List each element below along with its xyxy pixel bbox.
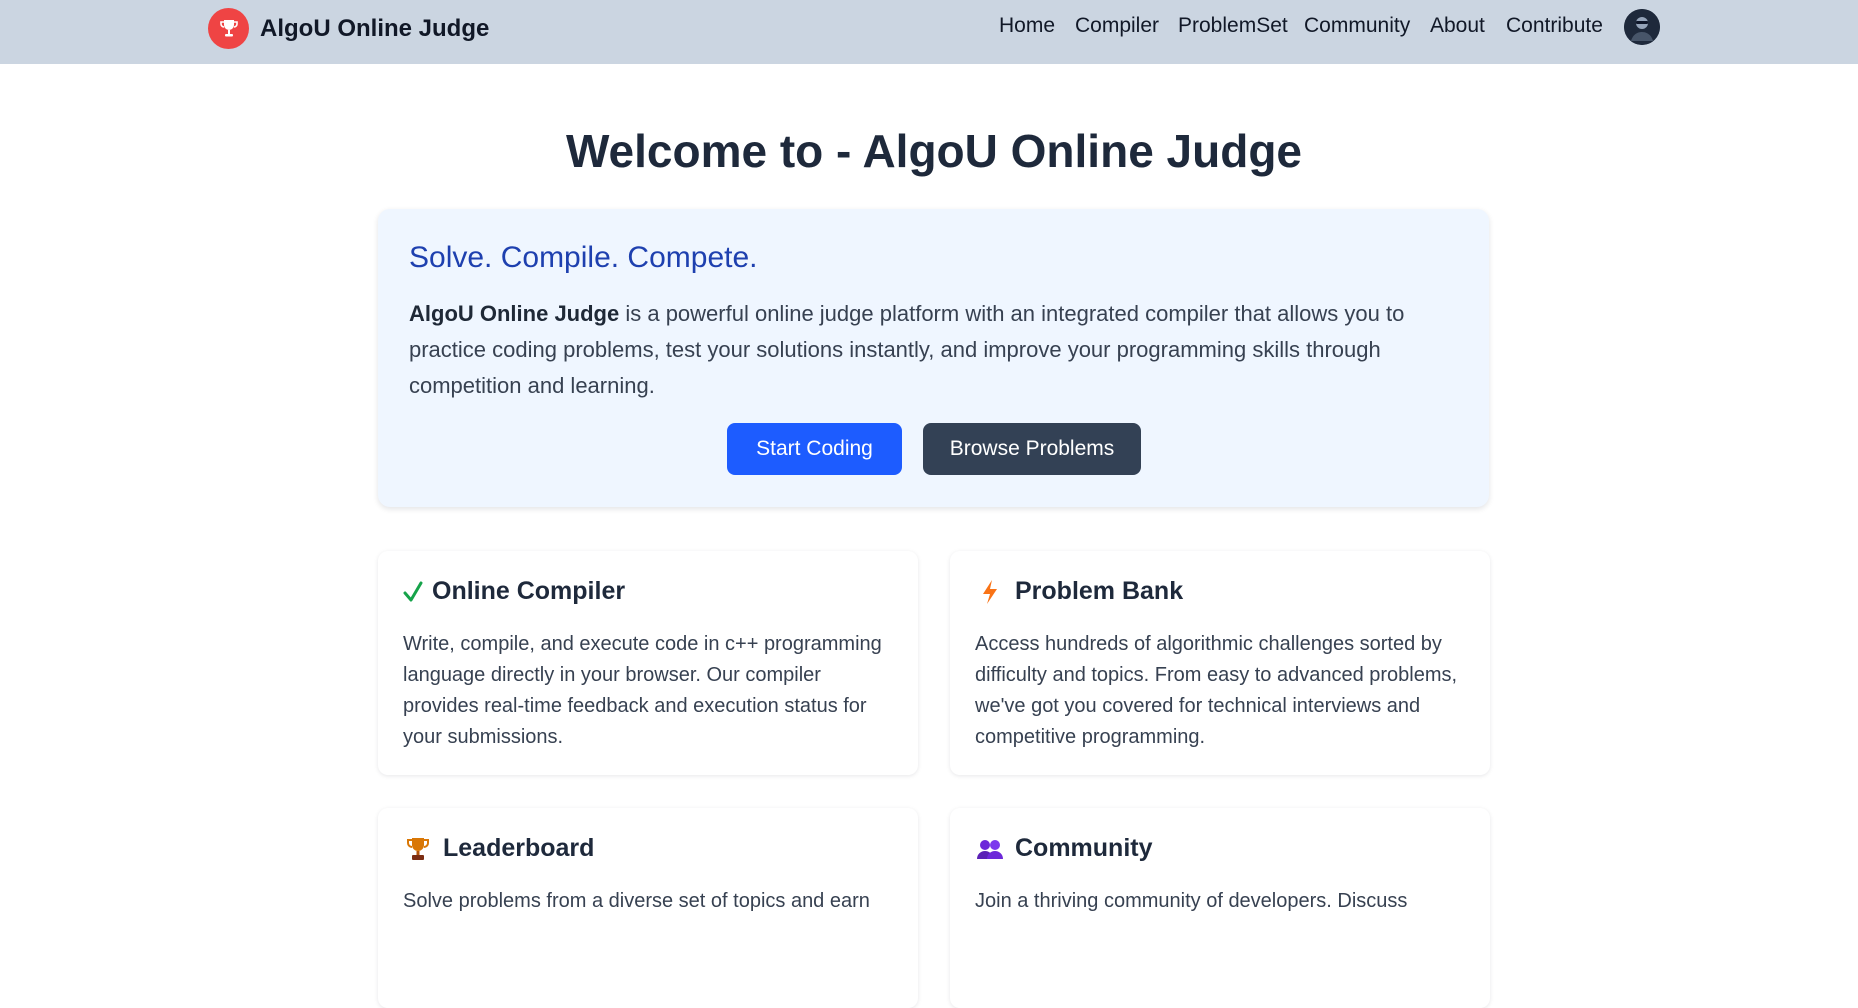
hero-tagline: Solve. Compile. Compete. bbox=[409, 241, 758, 274]
feature-card-leaderboard: Leaderboard Solve problems from a divers… bbox=[378, 808, 918, 1008]
trophy-icon bbox=[403, 836, 433, 862]
page-title: Welcome to - AlgoU Online Judge bbox=[565, 125, 1303, 177]
feature-card-compiler: Online Compiler Write, compile, and exec… bbox=[378, 551, 918, 775]
brand-name: AlgoU Online Judge bbox=[260, 14, 490, 42]
feature-title: Online Compiler bbox=[432, 577, 626, 605]
feature-title: Leaderboard bbox=[443, 834, 595, 862]
feature-card-community: Community Join a thriving community of d… bbox=[950, 808, 1490, 1008]
hero-description: AlgoU Online Judge is a powerful online … bbox=[409, 296, 1459, 404]
nav-compiler[interactable]: Compiler bbox=[1075, 14, 1159, 38]
start-coding-button[interactable]: Start Coding bbox=[727, 423, 902, 475]
feature-text: Solve problems from a diverse set of top… bbox=[403, 890, 870, 912]
feature-text: Access hundreds of algorithmic challenge… bbox=[975, 633, 1458, 748]
feature-text: Write, compile, and execute code in c++ … bbox=[403, 633, 882, 748]
feature-card-header: Leaderboard bbox=[403, 834, 594, 863]
lightning-icon bbox=[975, 579, 1005, 605]
people-icon bbox=[975, 837, 1005, 861]
feature-card-header: Online Compiler bbox=[403, 577, 625, 606]
navbar: AlgoU Online Judge Home Compiler Problem… bbox=[0, 0, 1858, 64]
checkmark-icon bbox=[403, 581, 423, 603]
nav-community[interactable]: Community bbox=[1304, 14, 1410, 38]
hero-description-brand: AlgoU Online Judge bbox=[409, 301, 620, 326]
feature-title: Problem Bank bbox=[1015, 577, 1184, 605]
feature-card-header: Problem Bank bbox=[975, 577, 1183, 606]
feature-title: Community bbox=[1015, 834, 1153, 862]
hero-card: Solve. Compile. Compete. AlgoU Online Ju… bbox=[378, 209, 1489, 507]
nav-home[interactable]: Home bbox=[999, 14, 1055, 38]
trophy-logo-icon bbox=[208, 8, 249, 49]
brand-link[interactable]: AlgoU Online Judge bbox=[208, 8, 489, 49]
nav-about[interactable]: About bbox=[1430, 14, 1485, 38]
user-avatar[interactable] bbox=[1624, 9, 1660, 45]
nav-problemset[interactable]: ProblemSet bbox=[1178, 14, 1288, 38]
nav-contribute[interactable]: Contribute bbox=[1506, 14, 1603, 38]
browse-problems-button[interactable]: Browse Problems bbox=[923, 423, 1141, 475]
feature-card-problem-bank: Problem Bank Access hundreds of algorith… bbox=[950, 551, 1490, 775]
feature-text: Join a thriving community of developers.… bbox=[975, 890, 1408, 912]
feature-card-header: Community bbox=[975, 834, 1153, 863]
